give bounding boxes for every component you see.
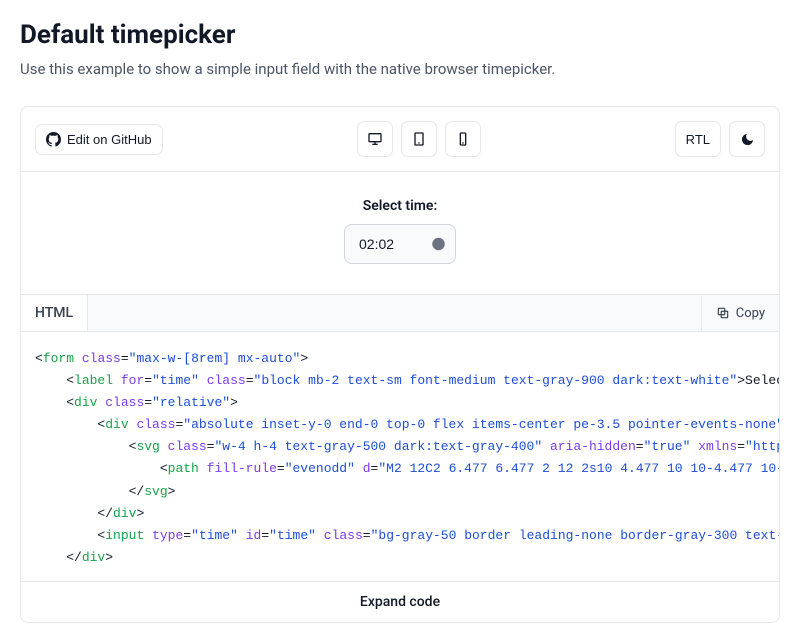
expand-code-button[interactable]: Expand code [21, 581, 779, 622]
tab-html[interactable]: HTML [21, 295, 88, 331]
rtl-label: RTL [686, 132, 710, 147]
section-description: Use this example to show a simple input … [20, 60, 780, 78]
example-panel: Edit on GitHub RTL [20, 106, 780, 623]
mobile-view-button[interactable] [445, 121, 481, 157]
tablet-icon [411, 131, 427, 147]
mobile-icon [455, 131, 471, 147]
toolbar-right: RTL [675, 121, 765, 157]
example-toolbar: Edit on GitHub RTL [21, 107, 779, 172]
code-tab-bar: HTML Copy [21, 294, 779, 332]
tablet-view-button[interactable] [401, 121, 437, 157]
code-block: <form class="max-w-[8rem] mx-auto"> <lab… [21, 332, 779, 581]
github-icon [46, 132, 61, 147]
clock-icon [431, 237, 446, 252]
edit-on-github-label: Edit on GitHub [67, 132, 152, 147]
desktop-icon [367, 131, 383, 147]
dark-mode-toggle-button[interactable] [729, 121, 765, 157]
desktop-view-button[interactable] [357, 121, 393, 157]
time-field-wrapper [344, 224, 456, 264]
copy-label: Copy [736, 306, 765, 321]
preview-area: Select time: [21, 172, 779, 294]
time-label: Select time: [363, 198, 438, 214]
viewport-buttons [357, 121, 481, 157]
section-heading: Default timepicker [20, 20, 780, 50]
copy-icon [716, 306, 730, 320]
copy-button[interactable]: Copy [701, 296, 779, 331]
edit-on-github-button[interactable]: Edit on GitHub [35, 124, 163, 155]
rtl-toggle-button[interactable]: RTL [675, 121, 721, 157]
moon-icon [740, 132, 755, 147]
